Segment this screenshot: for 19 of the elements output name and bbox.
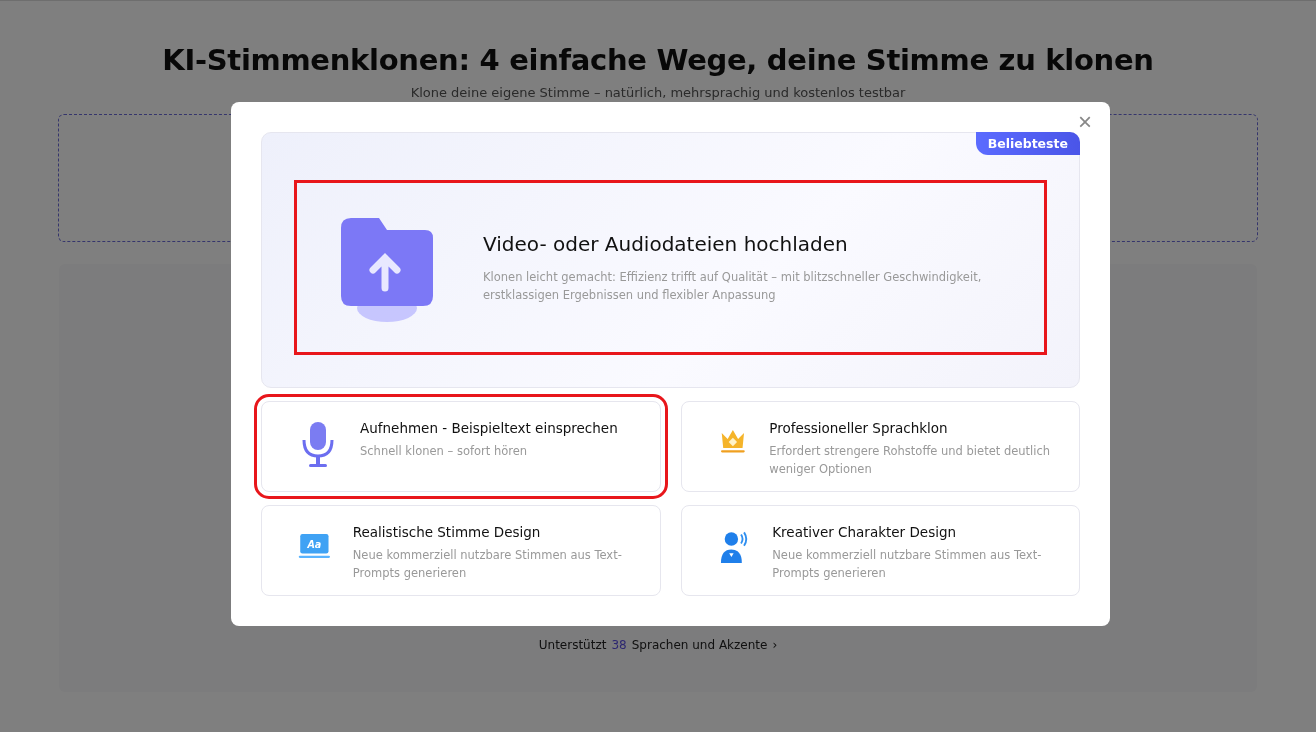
upload-title: Video- oder Audiodateien hochladen — [483, 231, 849, 256]
popular-badge: Beliebteste — [975, 132, 1080, 155]
option-description: Neue kommerziell nutzbare Stimmen aus Text-Prompts generieren — [352, 547, 623, 582]
option-title: Aufnehmen - Beispieltext einsprechen — [360, 420, 618, 436]
option-card[interactable]: Kreativer Charakter Design Neue kommerziell nutzbare Stimmen aus Text-Prompts generieren — [680, 505, 1080, 596]
option-title: Kreativer Charakter Design — [772, 524, 958, 540]
option-card[interactable]: Professioneller Sprachklon Erfordert strengere Rohstoffe und bietet deutlich weniger Optionen — [680, 401, 1080, 492]
page-subtitle: Klone deine eigene Stimme – natürlich, mehrsprachig und kostenlos testbar — [410, 85, 906, 100]
languages-link[interactable]: Unterstützt 38 Sprachen und Akzente › — [538, 638, 778, 652]
upload-card[interactable]: Beliebteste Video- oder Audiodateien hochladen Klonen leicht gemacht: Effizienz trifft auf Qualität – mit blitzschneller Geschwindigkeit, erstklassigen Ergebnissen und flexibler Anpassung — [261, 132, 1080, 388]
page-title: KI-Stimmenklonen: 4 einfache Wege, deine Stimme zu klonen — [162, 43, 1154, 77]
option-description: Neue kommerziell nutzbare Stimmen aus Text-Prompts generieren — [772, 547, 1043, 582]
close-button[interactable]: × — [1074, 110, 1096, 134]
upload-description: Klonen leicht gemacht: Effizienz trifft auf Qualität – mit blitzschneller Geschwindigkeit, erstklassigen Ergebnissen und flexibler Anpassung — [483, 268, 983, 304]
option-description: Erfordert strengere Rohstoffe und bietet deutlich weniger Optionen — [769, 443, 1052, 478]
option-title: Professioneller Sprachklon — [769, 420, 949, 436]
option-description: Schnell klonen – sofort hören — [360, 443, 529, 460]
option-card[interactable]: Aa Realistische Stimme Design Neue kommerziell nutzbare Stimmen aus Text-Prompts generieren — [261, 505, 661, 596]
option-title: Realistische Stimme Design — [352, 524, 542, 540]
